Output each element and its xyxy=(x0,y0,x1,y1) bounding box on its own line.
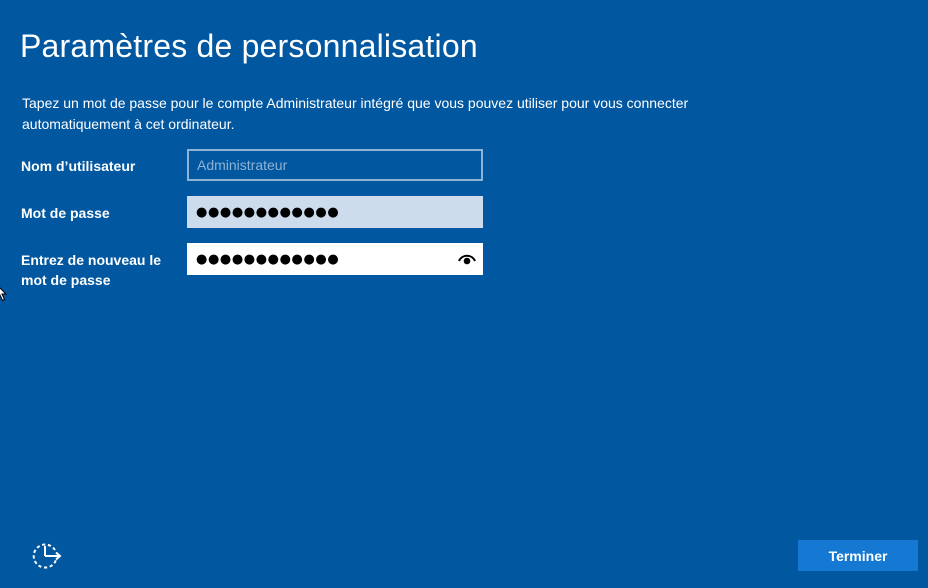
username-field-container xyxy=(187,149,483,181)
reveal-password-eye-icon[interactable] xyxy=(457,251,477,267)
username-input[interactable] xyxy=(189,151,481,179)
password-label: Mot de passe xyxy=(21,205,110,221)
ease-of-access-icon[interactable] xyxy=(28,538,64,574)
page-description: Tapez un mot de passe pour le compte Adm… xyxy=(22,95,689,132)
mouse-cursor-icon xyxy=(0,287,8,302)
password-field[interactable]: ●●●●●●●●●●●● xyxy=(187,196,483,228)
confirm-password-label: Entrez de nouveau le mot de passe xyxy=(21,252,162,288)
confirm-password-field[interactable]: ●●●●●●●●●●●● xyxy=(187,243,483,275)
page-title: Paramètres de personnalisation xyxy=(20,28,478,64)
finish-button[interactable]: Terminer xyxy=(798,540,918,571)
password-masked-value: ●●●●●●●●●●●● xyxy=(196,205,340,220)
username-label: Nom d’utilisateur xyxy=(21,158,136,174)
confirm-password-masked-value: ●●●●●●●●●●●● xyxy=(196,252,340,267)
